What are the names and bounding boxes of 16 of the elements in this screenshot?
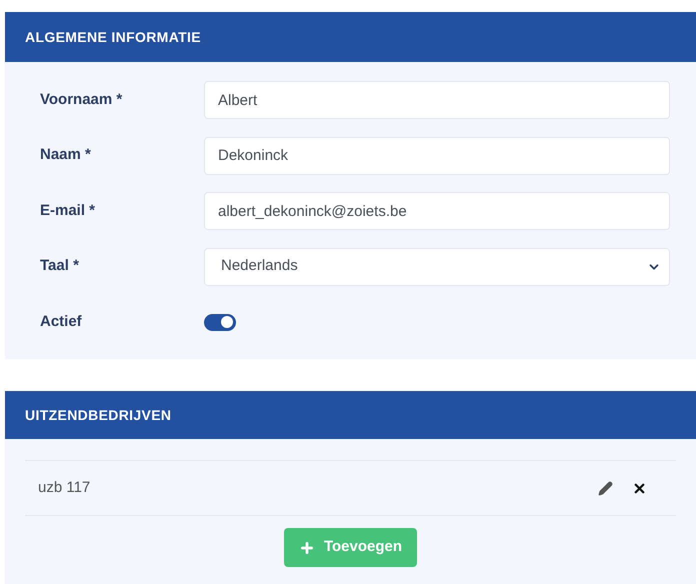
plus-icon: [298, 540, 315, 556]
panel-title: UITZENDBEDRIJVEN: [25, 406, 172, 424]
language-select[interactable]: Nederlands: [204, 248, 670, 286]
text-field[interactable]: Dekoninck: [204, 136, 670, 174]
panel-title: ALGEMENE INFORMATIE: [25, 28, 201, 46]
field-label: Voornaam *: [40, 90, 124, 110]
text-field[interactable]: Albert: [204, 81, 670, 119]
pencil-icon: [598, 480, 612, 496]
field-label: Actief: [40, 312, 83, 332]
active-toggle[interactable]: [204, 314, 236, 330]
agency-name: uzb 117: [38, 478, 92, 498]
field-label: Taal *: [40, 256, 80, 276]
text-field[interactable]: albert_dekoninck@zoiets.be: [204, 192, 670, 230]
field-label: E-mail *: [40, 200, 96, 221]
field-label: Naam *: [40, 145, 92, 166]
close-icon: [632, 480, 646, 496]
